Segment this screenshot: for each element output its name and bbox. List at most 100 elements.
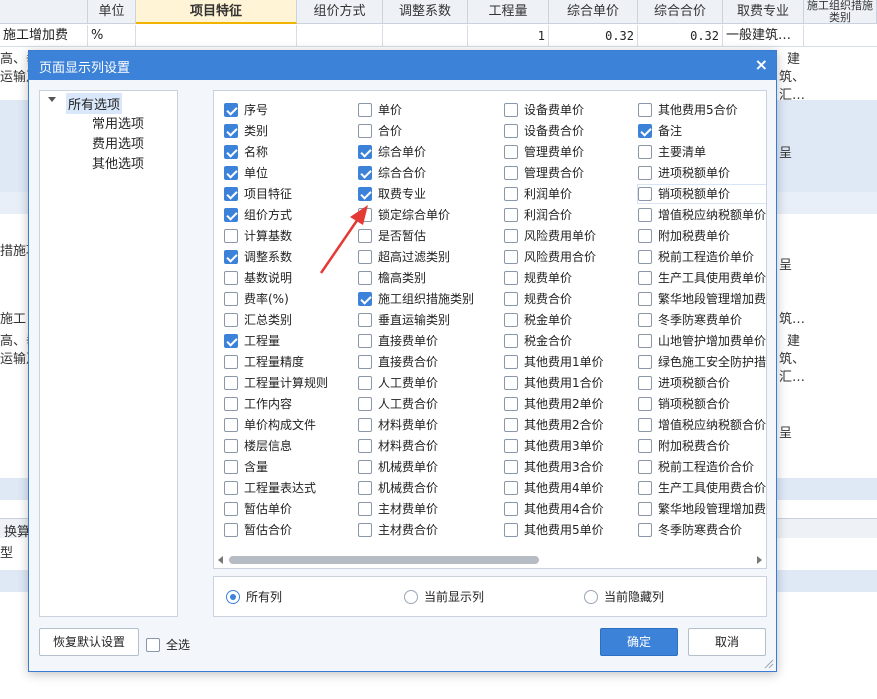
checkbox-box <box>638 460 652 474</box>
checkbox-box <box>638 313 652 327</box>
header-unit[interactable]: 单位 <box>88 0 136 24</box>
options-horizontal-scrollbar[interactable] <box>215 553 765 567</box>
column-option-label: 组价方式 <box>244 208 293 222</box>
restore-defaults-button[interactable]: 恢复默认设置 <box>39 628 139 656</box>
checkbox-box <box>224 523 238 537</box>
right-fragment: 建 <box>787 334 801 349</box>
table-row[interactable]: 施工增加费 % 1 0.32 0.32 一般建筑… <box>0 25 877 47</box>
close-icon[interactable]: × <box>755 55 768 74</box>
row-fee-major: 一般建筑… <box>723 25 804 47</box>
right-fragment: 筑、 <box>779 352 806 367</box>
column-option-label: 暂估合价 <box>244 523 293 537</box>
column-option-label: 其他费用5单价 <box>524 523 604 537</box>
scroll-right-icon[interactable] <box>757 556 762 564</box>
column-option-label: 销项税额单价 <box>658 187 731 201</box>
column-option-label: 其他费用5合价 <box>658 103 738 117</box>
column-option-label: 材料费合价 <box>378 439 439 453</box>
column-option-label: 主材费合价 <box>378 523 439 537</box>
scroll-left-icon[interactable] <box>218 556 223 564</box>
column-option-label: 垂直运输类别 <box>378 313 451 327</box>
column-option-label: 绿色施工安全防护措施费单价 <box>658 355 767 369</box>
checkbox-box <box>504 124 518 138</box>
checkbox-box <box>504 250 518 264</box>
column-option-label: 其他费用1合价 <box>524 376 604 390</box>
tree-item-other[interactable]: 其他选项 <box>92 153 144 172</box>
column-option-label: 其他费用3合价 <box>524 460 604 474</box>
bottom-tab-label[interactable]: 换算 <box>4 521 30 540</box>
checkbox-box <box>504 460 518 474</box>
checkbox-box <box>638 334 652 348</box>
header-project-feature[interactable]: 项目特征 <box>136 0 297 24</box>
checkbox-box <box>638 145 652 159</box>
row-total-price: 0.32 <box>638 25 723 47</box>
tree-item-fees[interactable]: 费用选项 <box>92 133 144 152</box>
column-option-label: 合价 <box>378 124 403 138</box>
column-option-label: 名称 <box>244 145 269 159</box>
column-option-label: 是否暂估 <box>378 229 427 243</box>
column-option-label: 取费专业 <box>378 187 427 201</box>
checkbox-box <box>358 418 372 432</box>
header-pricing-method[interactable]: 组价方式 <box>297 0 383 24</box>
right-fragment: 筑、 <box>779 70 806 85</box>
checkbox-box <box>504 229 518 243</box>
column-option-label: 税金合价 <box>524 334 573 348</box>
checkbox-box <box>358 460 372 474</box>
checkbox-box <box>638 397 652 411</box>
tree-item-common[interactable]: 常用选项 <box>92 113 144 132</box>
header-measure-category[interactable]: 施工组织措施类别 <box>804 0 877 24</box>
column-option-label: 费率(%) <box>244 292 289 306</box>
column-option-label: 冬季防寒费合价 <box>658 523 743 537</box>
header-adjust-factor[interactable]: 调整系数 <box>383 0 468 24</box>
column-option-label: 锁定综合单价 <box>378 208 451 222</box>
scrollbar-thumb[interactable] <box>229 556 539 564</box>
header-fee-major[interactable]: 取费专业 <box>723 0 804 24</box>
row-unit: % <box>88 25 136 47</box>
column-option-label: 项目特征 <box>244 187 293 201</box>
row-pricing <box>297 25 383 47</box>
column-option-label: 进项税额单价 <box>658 166 731 180</box>
checkbox-box <box>358 397 372 411</box>
checkbox-box <box>224 460 238 474</box>
select-all-label: 全选 <box>166 638 191 652</box>
checkbox-box <box>504 439 518 453</box>
checkbox-box <box>224 397 238 411</box>
column-option-label: 工程量 <box>244 334 281 348</box>
resize-grip-icon[interactable] <box>764 659 774 669</box>
header-quantity[interactable]: 工程量 <box>468 0 549 24</box>
select-all-checkbox[interactable]: 全选 <box>146 636 206 654</box>
column-option-label: 设备费合价 <box>524 124 585 138</box>
column-option-label: 设备费单价 <box>524 103 585 117</box>
column-option-label: 主材费单价 <box>378 502 439 516</box>
checkbox-box <box>358 376 372 390</box>
checkbox-box <box>504 103 518 117</box>
tree-item-all[interactable]: 所有选项 <box>66 93 123 114</box>
checkbox-box <box>358 481 372 495</box>
row-adjust <box>383 25 468 47</box>
checkbox-box <box>224 166 238 180</box>
checkbox-box <box>638 292 652 306</box>
checkbox-box <box>504 397 518 411</box>
column-option-label: 工程量表达式 <box>244 481 317 495</box>
row-unit-price: 0.32 <box>549 25 638 47</box>
header-blank <box>0 0 88 24</box>
cancel-button[interactable]: 取消 <box>688 628 766 656</box>
checkbox-box <box>638 376 652 390</box>
header-unit-price[interactable]: 综合单价 <box>549 0 638 24</box>
checkbox-box <box>224 187 238 201</box>
checkbox-box <box>358 271 372 285</box>
checkbox-box <box>504 187 518 201</box>
checkbox-box <box>638 481 652 495</box>
right-fragment: 呈 <box>779 426 793 441</box>
checkbox-box <box>224 376 238 390</box>
column-option-label: 人工费单价 <box>378 376 439 390</box>
column-option-label: 施工组织措施类别 <box>378 292 475 306</box>
radio-label: 当前隐藏列 <box>604 590 665 604</box>
header-total-price[interactable]: 综合合价 <box>638 0 723 24</box>
dialog-titlebar[interactable]: 页面显示列设置 × <box>29 51 776 80</box>
checkbox-box <box>638 502 652 516</box>
column-option-checkbox[interactable]: 销项税额单价 <box>637 184 766 204</box>
row-quantity: 1 <box>468 25 549 47</box>
ok-button[interactable]: 确定 <box>600 628 678 656</box>
tree-expand-icon[interactable] <box>48 97 56 102</box>
checkbox-box <box>358 187 372 201</box>
